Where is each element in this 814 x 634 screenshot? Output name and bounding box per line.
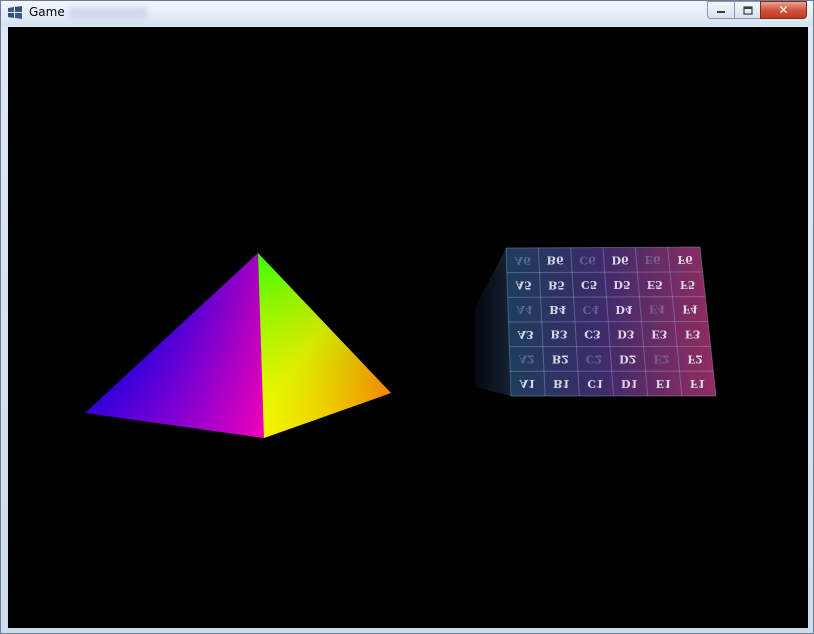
cube-cell-label: A4 <box>516 303 534 316</box>
cube-cell-label: D6 <box>612 253 630 266</box>
cube-cell-label: D3 <box>617 328 634 341</box>
cube-grid-line <box>508 321 709 323</box>
maximize-icon <box>742 5 753 15</box>
cube-cell-label: A6 <box>514 254 532 267</box>
cube-cell-label: C6 <box>579 253 596 266</box>
cube-side-face <box>475 248 511 396</box>
cube-cell-label: B5 <box>548 278 565 291</box>
windows-logo-icon <box>8 6 22 19</box>
cube-cell-label: E4 <box>649 303 665 316</box>
cube-cell-label: C1 <box>587 377 603 390</box>
cube-cell-label: D1 <box>621 377 638 390</box>
window-title: Game <box>29 5 65 19</box>
caption-buttons: ✕ <box>707 1 807 19</box>
cube-cell-label: C2 <box>586 352 602 365</box>
close-button[interactable]: ✕ <box>760 1 807 19</box>
game-window: Game ✕ A6 B6 C6 D6 E6 F6 A5 B5 C5 D5 E5 … <box>0 0 814 634</box>
scene-canvas: A6 B6 C6 D6 E6 F6 A5 B5 C5 D5 E5 F5 A4 B4 C4 D4 E4 F4 A3 B3… <box>85 246 717 438</box>
cube-cell-label: B6 <box>547 254 564 267</box>
cube-cell-label: B2 <box>552 352 569 365</box>
title-bar[interactable]: Game ✕ <box>1 1 813 26</box>
minimize-icon <box>717 11 725 13</box>
cube-cell-label: C3 <box>584 328 600 341</box>
cube-cell-label: E5 <box>647 278 663 291</box>
cube-cell-label: D2 <box>619 352 636 365</box>
minimize-button[interactable] <box>707 1 734 19</box>
cube-cell-label: D4 <box>615 303 633 316</box>
cube-cell-label: E2 <box>653 352 669 365</box>
close-icon: ✕ <box>778 3 789 17</box>
cube-cell-label: C5 <box>581 278 597 291</box>
cube-cell-label: F6 <box>677 253 693 266</box>
pyramid-right-face-overlay <box>258 253 391 438</box>
cube-cell-label: E3 <box>651 328 667 341</box>
cube-cell-label: A2 <box>518 352 535 365</box>
cube-cell-label: A3 <box>517 328 534 341</box>
cube-cell-label: F3 <box>685 327 700 340</box>
cube-grid-line <box>507 296 706 298</box>
cube-cell-label: F2 <box>687 352 702 365</box>
cube-cell-label: F5 <box>680 278 695 291</box>
cube-cell-label: F1 <box>690 377 705 390</box>
cube: A6 B6 C6 D6 E6 F6 A5 B5 C5 D5 E5 F5 A4 B4 C4 D4 E4 F4 A3 B3… <box>475 246 717 397</box>
cube-cell-label: A1 <box>518 377 535 390</box>
pyramid <box>85 253 391 438</box>
cube-cell-label: D5 <box>613 278 630 291</box>
cube-cell-label: B3 <box>551 328 568 341</box>
title-blur <box>69 7 147 19</box>
cube-cell-label: E6 <box>645 253 661 266</box>
cube-cell-label: B4 <box>549 303 566 316</box>
cube-cell-label: B1 <box>553 377 570 390</box>
cube-cell-label: E1 <box>656 377 672 390</box>
cube-cell-label: C4 <box>583 303 600 316</box>
cube-cell-label: F4 <box>682 303 698 316</box>
game-viewport[interactable]: A6 B6 C6 D6 E6 F6 A5 B5 C5 D5 E5 F5 A4 B4 C4 D4 E4 F4 A3 B3… <box>8 27 808 628</box>
cube-cell-label: A5 <box>515 278 532 291</box>
pyramid-left-face-overlay <box>85 253 264 438</box>
maximize-button[interactable] <box>734 1 760 19</box>
